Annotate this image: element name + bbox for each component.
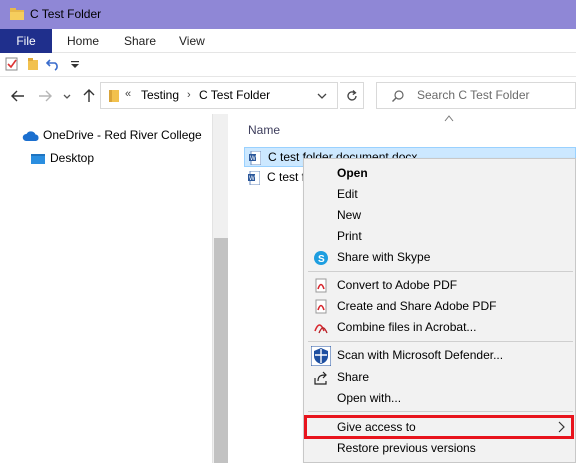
tab-view[interactable]: View (179, 29, 205, 53)
menu-item-label: New (337, 208, 362, 222)
forward-arrow-icon[interactable] (37, 88, 53, 104)
desktop-folder-icon (31, 154, 45, 164)
tree-item-desktop[interactable]: Desktop (30, 151, 180, 169)
menu-item-share[interactable]: Share (304, 367, 575, 388)
recent-locations-icon[interactable] (61, 88, 73, 104)
new-folder-icon[interactable] (26, 57, 40, 71)
tree-item-label: Desktop (50, 151, 95, 165)
navigation-bar: « Testing › C Test Folder Search C Test … (0, 78, 576, 114)
undo-icon[interactable] (46, 57, 60, 71)
highlight-box (304, 415, 574, 439)
menu-item-label: Edit (337, 187, 358, 201)
up-arrow-icon[interactable] (81, 88, 97, 104)
breadcrumb-chevron-icon[interactable]: › (187, 89, 191, 101)
menu-item-label: Open (337, 166, 368, 180)
menu-item-label: Print (337, 229, 362, 243)
menu-item-combine-files-acrobat[interactable]: Combine files in Acrobat... (304, 317, 575, 338)
menu-item-scan-with-defender[interactable]: Scan with Microsoft Defender... (304, 345, 575, 366)
scrollbar-thumb[interactable] (214, 238, 228, 463)
window-title: C Test Folder (30, 7, 102, 21)
navigation-pane: OneDrive - Red River College Desktop (0, 114, 212, 463)
menu-item-label: Scan with Microsoft Defender... (337, 348, 504, 362)
search-icon (392, 90, 404, 102)
search-input[interactable]: Search C Test Folder (376, 82, 576, 109)
sort-ascending-icon (444, 115, 454, 122)
word-document-icon: W (248, 171, 260, 185)
menu-item-print[interactable]: Print (304, 226, 575, 247)
properties-icon[interactable] (5, 57, 19, 71)
tab-share[interactable]: Share (124, 29, 156, 53)
adobe-pdf-icon (315, 299, 327, 314)
skype-icon: S (314, 251, 328, 265)
tab-home[interactable]: Home (67, 29, 99, 53)
tree-item-label: OneDrive - Red River College (43, 128, 202, 142)
menu-item-open[interactable]: Open (304, 163, 575, 184)
breadcrumb-overflow[interactable]: « (125, 88, 131, 100)
svg-text:W: W (250, 156, 256, 162)
adobe-pdf-icon (315, 278, 327, 293)
search-placeholder: Search C Test Folder (417, 88, 530, 102)
menu-item-create-share-adobe-pdf[interactable]: Create and Share Adobe PDF (304, 296, 575, 317)
menu-separator (308, 271, 573, 272)
ribbon-tabs: File Home Share View (0, 29, 576, 53)
navpane-scrollbar[interactable] (212, 114, 228, 463)
menu-item-label: Share with Skype (337, 250, 431, 264)
breadcrumb-testing[interactable]: Testing (141, 88, 179, 102)
quick-access-toolbar (0, 53, 576, 77)
back-arrow-icon[interactable] (10, 88, 26, 104)
menu-item-label: Combine files in Acrobat... (337, 320, 477, 334)
tree-item-onedrive[interactable]: OneDrive - Red River College (22, 128, 212, 146)
folder-icon (109, 90, 119, 102)
folder-icon (10, 8, 24, 20)
menu-item-edit[interactable]: Edit (304, 184, 575, 205)
defender-shield-icon (311, 346, 331, 366)
breadcrumb-c-test-folder[interactable]: C Test Folder (199, 88, 270, 102)
tab-file[interactable]: File (0, 29, 52, 53)
svg-text:W: W (249, 176, 255, 182)
address-bar[interactable]: « Testing › C Test Folder (100, 82, 338, 109)
menu-item-open-with[interactable]: Open with... (304, 388, 575, 409)
menu-item-convert-to-adobe-pdf[interactable]: Convert to Adobe PDF (304, 275, 575, 296)
column-header-name[interactable]: Name (248, 123, 280, 137)
menu-item-label: Share (337, 370, 370, 384)
word-document-icon: W (249, 151, 261, 165)
menu-item-label: Restore previous versions (337, 441, 476, 455)
share-icon (314, 371, 327, 385)
acrobat-combine-icon (314, 324, 328, 334)
refresh-icon (347, 90, 357, 101)
menu-item-label: Open with... (337, 391, 402, 405)
customize-toolbar-icon[interactable] (68, 57, 82, 71)
menu-item-label: Create and Share Adobe PDF (337, 299, 497, 313)
chevron-down-icon[interactable] (315, 89, 329, 103)
svg-text:S: S (318, 254, 325, 265)
menu-item-restore-previous-versions[interactable]: Restore previous versions (304, 438, 575, 459)
title-bar: C Test Folder (0, 0, 576, 29)
menu-separator (308, 341, 573, 342)
menu-item-label: Convert to Adobe PDF (337, 278, 458, 292)
onedrive-cloud-icon (22, 131, 39, 141)
menu-item-new[interactable]: New (304, 205, 575, 226)
menu-separator (308, 411, 573, 412)
menu-item-share-with-skype[interactable]: S Share with Skype (304, 247, 575, 268)
refresh-button[interactable] (340, 82, 364, 109)
